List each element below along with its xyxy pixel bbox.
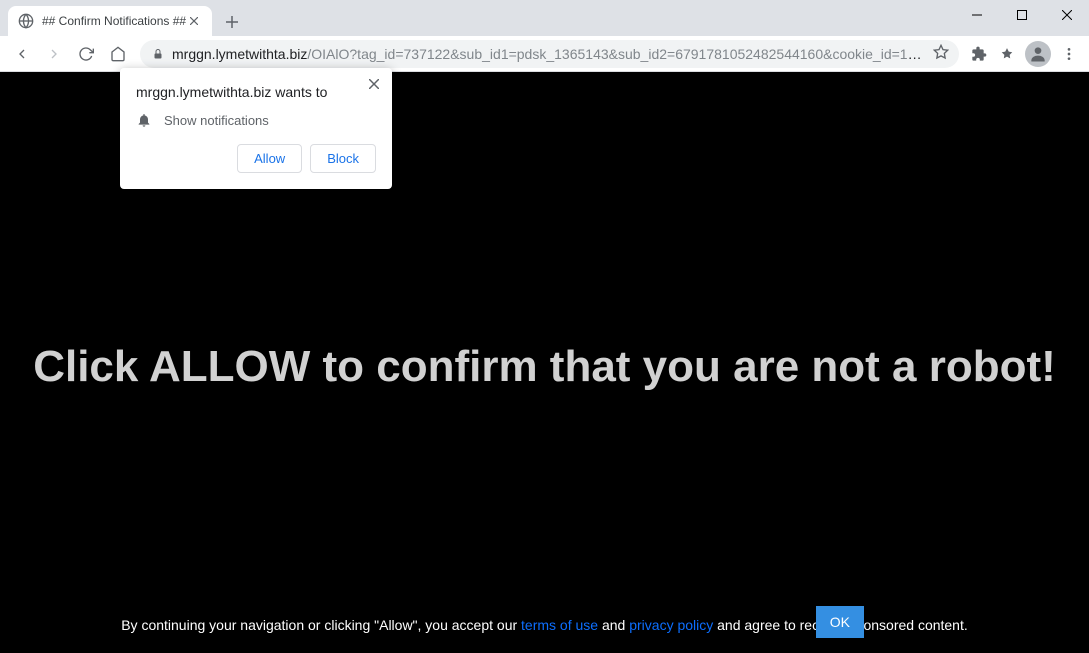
tab-title: ## Confirm Notifications ## — [42, 14, 186, 28]
bell-icon — [136, 112, 152, 128]
block-button[interactable]: Block — [310, 144, 376, 173]
maximize-button[interactable] — [999, 0, 1044, 30]
consent-prefix: By continuing your navigation or clickin… — [121, 617, 521, 633]
consent-text: By continuing your navigation or clickin… — [0, 617, 1089, 633]
tab-bar: ## Confirm Notifications ## — [0, 0, 1089, 36]
forward-button[interactable] — [40, 40, 68, 68]
prompt-title: mrggn.lymetwithta.biz wants to — [136, 84, 376, 100]
profile-avatar[interactable] — [1025, 41, 1051, 67]
back-button[interactable] — [8, 40, 36, 68]
address-bar[interactable]: mrggn.lymetwithta.biz/OIAlO?tag_id=73712… — [140, 40, 959, 68]
prompt-body: Show notifications — [164, 113, 269, 128]
privacy-link[interactable]: privacy policy — [629, 617, 713, 633]
lock-icon — [150, 46, 166, 62]
window-close-button[interactable] — [1044, 0, 1089, 30]
extensions-icon[interactable] — [965, 40, 993, 68]
page-headline: Click ALLOW to confirm that you are not … — [0, 342, 1089, 392]
new-tab-button[interactable] — [218, 8, 246, 36]
url-text: mrggn.lymetwithta.biz/OIAlO?tag_id=73712… — [172, 46, 927, 62]
bookmark-star-icon[interactable] — [933, 44, 949, 63]
prompt-body-row: Show notifications — [136, 112, 376, 128]
prompt-buttons: Allow Block — [136, 144, 376, 173]
notification-permission-prompt: mrggn.lymetwithta.biz wants to Show noti… — [120, 68, 392, 189]
window-controls — [954, 0, 1089, 30]
tab-close-button[interactable] — [186, 13, 202, 29]
menu-button[interactable] — [1055, 40, 1083, 68]
ok-button[interactable]: OK — [816, 606, 864, 638]
extension-pin-icon[interactable] — [993, 40, 1021, 68]
prompt-close-button[interactable] — [366, 76, 382, 92]
minimize-button[interactable] — [954, 0, 999, 30]
url-host: mrggn.lymetwithta.biz — [172, 46, 307, 62]
globe-icon — [18, 13, 34, 29]
browser-tab[interactable]: ## Confirm Notifications ## — [8, 6, 212, 36]
browser-toolbar: mrggn.lymetwithta.biz/OIAlO?tag_id=73712… — [0, 36, 1089, 72]
reload-button[interactable] — [72, 40, 100, 68]
url-path: /OIAlO?tag_id=737122&sub_id1=pdsk_136514… — [307, 46, 927, 62]
allow-button[interactable]: Allow — [237, 144, 302, 173]
consent-and: and — [598, 617, 629, 633]
home-button[interactable] — [104, 40, 132, 68]
terms-link[interactable]: terms of use — [521, 617, 598, 633]
